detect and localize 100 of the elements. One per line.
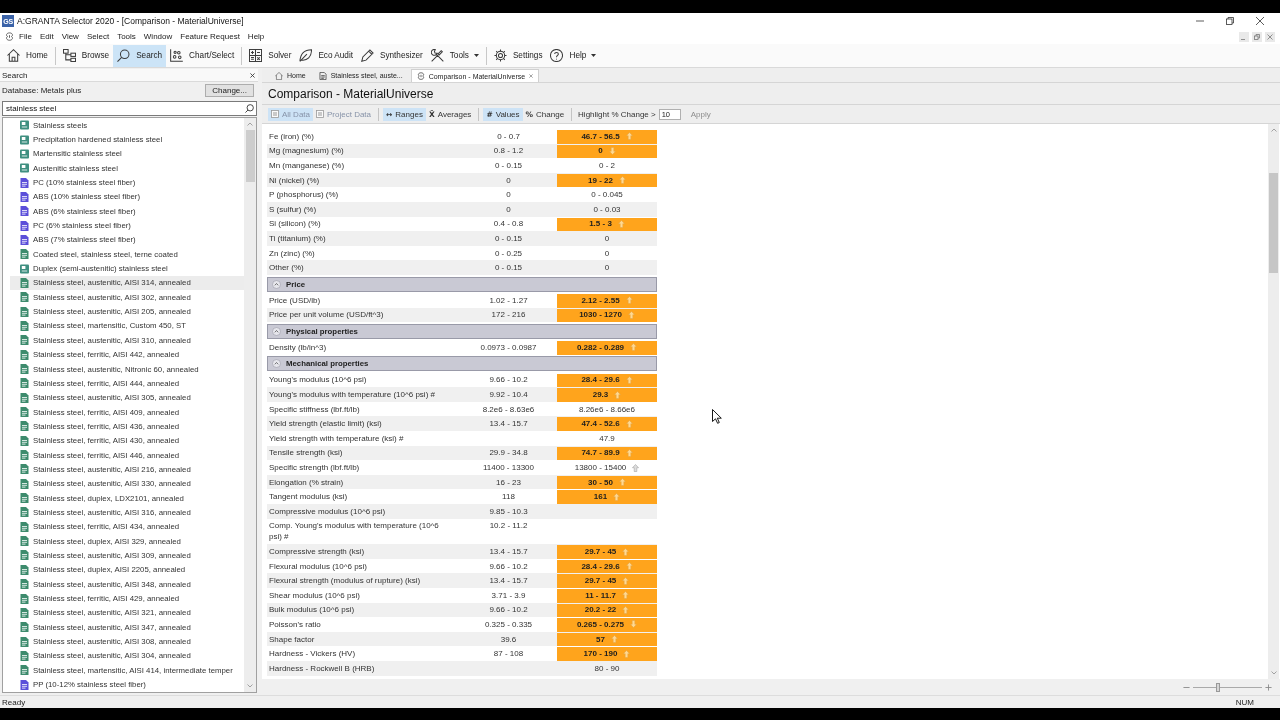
property-name: Flexural modulus (10^6 psi) — [269, 561, 367, 571]
card-icon — [20, 263, 29, 274]
menu-item[interactable]: Help — [243, 32, 269, 41]
scatter-chart-icon — [170, 49, 184, 62]
property-name: Specific stiffness (lbf.ft/lb) — [269, 404, 360, 414]
cell-value: 39.6 — [500, 634, 517, 644]
close-icon — [1256, 17, 1264, 25]
document-icon — [20, 435, 29, 446]
document-icon — [20, 521, 29, 532]
property-name: Shape factor — [269, 634, 315, 644]
property-name: P (phosphorus) (%) — [269, 190, 339, 200]
toolbar-button[interactable]: Search — [113, 44, 167, 67]
cell-value: 80 - 90 — [594, 662, 620, 674]
scrollbar-thumb[interactable] — [245, 130, 255, 182]
document-icon — [20, 177, 29, 188]
toolbar-button[interactable]: Settings — [489, 44, 547, 67]
document-icon — [20, 507, 29, 518]
menu-item[interactable]: Edit — [35, 32, 58, 41]
document-icon — [20, 335, 29, 346]
toolbar-button[interactable]: Chart/Select — [166, 44, 239, 67]
cell-value: 0.0973 - 0.0987 — [480, 342, 537, 352]
hierarchy-icon — [62, 49, 76, 62]
document-icon — [20, 679, 29, 690]
cell-value: 0.4 - 0.8 — [493, 219, 524, 229]
menu-item[interactable]: View — [57, 32, 83, 41]
toolbar-button[interactable]: Browse — [58, 44, 114, 67]
cell-value: 10.2 - 11.2 — [489, 521, 528, 531]
search-icon — [117, 49, 131, 62]
highlight-label: Highlight % Change > — [578, 109, 656, 119]
minimize-icon — [1196, 17, 1204, 25]
cell-value: 2.12 - 2.55 — [581, 294, 620, 306]
toolbar-button[interactable]: Tools — [426, 44, 483, 67]
restore-button[interactable] — [1252, 31, 1262, 42]
cell-value: 13.4 - 15.7 — [489, 576, 528, 586]
search-icon[interactable] — [245, 104, 254, 113]
toolbar-button[interactable]: Synthesizer — [357, 44, 427, 67]
property-name: Comp. Young's modulus with temperature (10^6 psi) # — [269, 521, 439, 542]
menu-item[interactable]: Select — [82, 32, 114, 41]
change-button[interactable]: Change... — [205, 83, 254, 97]
cell-value: 0.8 - 1.2 — [493, 146, 524, 156]
page-title: Comparison - MaterialUniverse — [268, 86, 434, 101]
document-icon — [20, 220, 29, 231]
card-icon — [20, 163, 29, 174]
menu-item[interactable]: Tools — [113, 32, 140, 41]
cell-value: 13.4 - 15.7 — [489, 419, 528, 429]
property-name: Ni (nickel) (%) — [269, 175, 320, 185]
menu-item[interactable]: Window — [139, 32, 177, 41]
zoom-in-icon[interactable] — [1265, 683, 1272, 691]
cell-value: 0 - 0.7 — [497, 131, 520, 141]
search-field[interactable]: stainless steel — [2, 101, 257, 116]
close-button[interactable] — [1265, 31, 1275, 42]
calculator-icon — [249, 49, 263, 62]
scrollbar-thumb[interactable] — [1269, 173, 1278, 273]
cell-value: 0 — [598, 145, 603, 157]
wrench-screwdriver-icon — [430, 49, 444, 62]
scrollbar[interactable] — [1268, 124, 1279, 679]
document-icon — [20, 191, 29, 202]
close-icon — [1267, 33, 1273, 40]
cell-value: 13800 - 15400 — [574, 462, 627, 474]
property-name: Yield strength (elastic limit) (ksi) — [269, 419, 382, 429]
home-icon — [275, 71, 283, 80]
close-icon[interactable] — [250, 72, 255, 78]
property-name: Mn (manganese) (%) — [269, 161, 345, 170]
property-name: Si (silicon) (%) — [269, 219, 321, 229]
toolbar-button[interactable]: Solver — [245, 44, 296, 67]
toolbar-button[interactable]: Eco Audit — [295, 44, 357, 67]
document-icon — [20, 249, 29, 260]
home-icon — [7, 49, 20, 62]
cell-value: 87 - 108 — [493, 649, 524, 659]
cell-value: 57 — [596, 633, 605, 645]
cell-value: 8.26e6 - 8.66e6 — [578, 403, 635, 415]
leaf-icon — [299, 49, 313, 62]
property-name: Price per unit volume (USD/ft^3) — [269, 310, 384, 320]
minimize-button[interactable] — [1239, 31, 1249, 42]
scrollbar[interactable] — [244, 118, 256, 692]
cell-value: 29.3 — [592, 389, 609, 401]
cell-value: 47.9 — [599, 432, 615, 444]
cell-value: 0 — [604, 247, 610, 259]
cell-value: 74.7 - 89.9 — [581, 447, 620, 459]
property-name: Elongation (% strain) — [269, 477, 344, 487]
property-name: Specific strength (lbf.ft/lb) — [269, 463, 360, 473]
menu-item[interactable]: Feature Request — [176, 32, 244, 41]
document-icon — [20, 450, 29, 461]
slider-thumb[interactable] — [1215, 682, 1220, 692]
square-icon — [271, 110, 279, 118]
cell-value: 0 - 2 — [599, 160, 615, 171]
cell-value: 9.92 - 10.4 — [489, 390, 528, 400]
property-name: Density (lb/in^3) — [269, 342, 327, 352]
chevron-down-icon — [1270, 671, 1277, 675]
toolbar-button[interactable]: Help — [546, 44, 601, 67]
cell-value: 46.7 - 56.5 — [581, 130, 620, 142]
property-name: Bulk modulus (10^6 psi) — [269, 605, 355, 615]
cell-value: 0.325 - 0.335 — [484, 619, 533, 629]
chevron-down-icon — [247, 684, 253, 688]
document-icon — [20, 306, 29, 317]
document-icon — [20, 421, 29, 432]
menu-item[interactable]: File — [15, 32, 36, 41]
card-icon — [20, 134, 29, 145]
toolbar-button[interactable]: Home — [3, 44, 52, 67]
document-icon — [20, 564, 29, 575]
